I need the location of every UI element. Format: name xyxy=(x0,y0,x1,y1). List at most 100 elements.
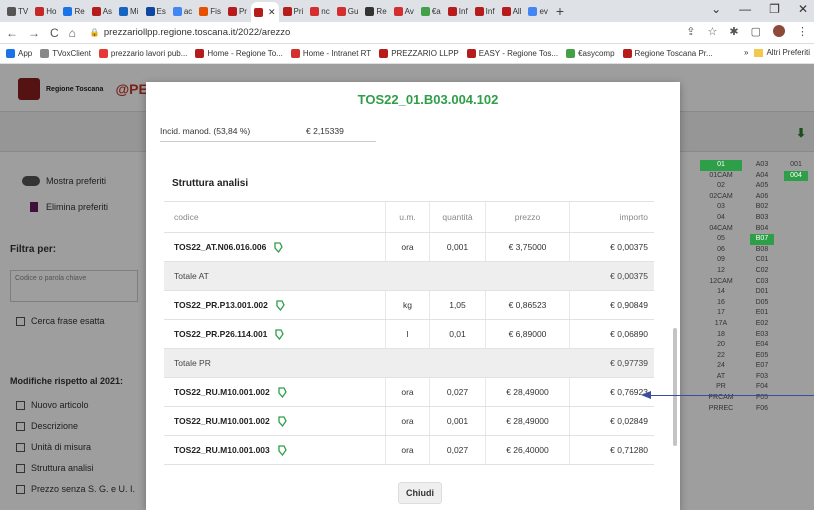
browser-tab[interactable]: Pr xyxy=(225,2,250,20)
category-code[interactable]: 12 xyxy=(700,266,742,277)
browser-tab[interactable]: Inf xyxy=(472,2,498,20)
category-code[interactable]: D01 xyxy=(750,287,774,298)
category-code[interactable]: 01 xyxy=(700,160,742,171)
category-code[interactable]: E05 xyxy=(750,351,774,362)
tag-icon[interactable] xyxy=(278,386,287,398)
category-code[interactable]: F03 xyxy=(750,372,774,383)
browser-tab[interactable]: All xyxy=(499,2,525,20)
tag-icon[interactable] xyxy=(278,415,287,427)
category-code[interactable]: A06 xyxy=(750,192,774,203)
browser-tab[interactable]: Fis xyxy=(196,2,224,20)
browser-tab[interactable]: ev xyxy=(525,2,550,20)
category-code[interactable]: 24 xyxy=(700,361,742,372)
bookmark-star-icon[interactable]: ☆ xyxy=(708,25,718,38)
item-code-link[interactable]: TOS22_PR.P26.114.001 xyxy=(174,329,267,339)
tag-icon[interactable] xyxy=(278,444,287,456)
item-code-link[interactable]: TOS22_RU.M10.001.003 xyxy=(174,445,270,455)
category-code[interactable]: 17 xyxy=(700,308,742,319)
category-code[interactable]: C01 xyxy=(750,255,774,266)
category-code[interactable]: 20 xyxy=(700,340,742,351)
category-code[interactable]: 09 xyxy=(700,255,742,266)
tab-search-icon[interactable]: ⌄ xyxy=(711,2,721,16)
category-code[interactable]: PRREC xyxy=(700,404,742,415)
category-code[interactable]: 12CAM xyxy=(700,277,742,288)
browser-tab[interactable]: Av xyxy=(391,2,417,20)
category-code[interactable]: PR xyxy=(700,382,742,393)
category-code[interactable]: 18 xyxy=(700,330,742,341)
category-code[interactable]: B02 xyxy=(750,202,774,213)
category-code[interactable]: A03 xyxy=(750,160,774,171)
other-bookmarks-folder[interactable]: Altri Preferiti xyxy=(754,48,810,57)
tag-icon[interactable] xyxy=(274,241,284,253)
profile-avatar[interactable] xyxy=(773,25,785,37)
close-button[interactable]: Chiudi xyxy=(398,482,442,504)
bookmark-item[interactable]: EASY - Regione Tos... xyxy=(466,49,558,58)
category-code[interactable]: 05 xyxy=(700,234,742,245)
category-code[interactable]: 06 xyxy=(700,245,742,256)
category-code[interactable]: 22 xyxy=(700,351,742,362)
browser-tab[interactable]: Pri xyxy=(280,2,307,20)
category-code[interactable]: E07 xyxy=(750,361,774,372)
category-code[interactable]: D05 xyxy=(750,298,774,309)
category-code[interactable]: 03 xyxy=(700,202,742,213)
sidepanel-icon[interactable]: ▢ xyxy=(751,25,761,38)
browser-tab[interactable]: Mi xyxy=(116,2,141,20)
category-code[interactable]: 001 xyxy=(784,160,808,171)
browser-tab[interactable]: ✕ xyxy=(250,2,279,22)
category-code[interactable]: A04 xyxy=(750,171,774,182)
category-code[interactable]: A05 xyxy=(750,181,774,192)
share-icon[interactable]: ⇪ xyxy=(686,25,695,38)
item-code-link[interactable]: TOS22_AT.N06.016.006 xyxy=(174,242,266,252)
item-code-link[interactable]: TOS22_RU.M10.001.002 xyxy=(174,416,270,426)
category-code[interactable]: B04 xyxy=(750,224,774,235)
close-window-icon[interactable]: ✕ xyxy=(798,2,808,16)
category-code[interactable]: F04 xyxy=(750,382,774,393)
reload-icon[interactable]: C xyxy=(50,26,59,40)
bookmark-item[interactable]: €asycomp xyxy=(566,49,615,58)
category-code[interactable]: C03 xyxy=(750,277,774,288)
category-code[interactable]: 04 xyxy=(700,213,742,224)
item-code-link[interactable]: TOS22_RU.M10.001.002 xyxy=(174,387,270,397)
category-code[interactable]: 01CAM xyxy=(700,171,742,182)
browser-tab[interactable]: As xyxy=(89,2,115,20)
tag-icon[interactable] xyxy=(275,328,285,340)
category-code[interactable]: E04 xyxy=(750,340,774,351)
new-tab-button[interactable]: + xyxy=(556,3,564,19)
category-code[interactable]: AT xyxy=(700,372,742,383)
bookmark-item[interactable]: Regione Toscana Pr... xyxy=(622,49,713,58)
category-code[interactable]: 02 xyxy=(700,181,742,192)
bookmark-item[interactable]: Home - Intranet RT xyxy=(290,49,371,58)
browser-tab[interactable]: Re xyxy=(362,2,389,20)
category-code[interactable]: B03 xyxy=(750,213,774,224)
category-code[interactable]: 17A xyxy=(700,319,742,330)
close-tab-icon[interactable]: ✕ xyxy=(268,7,276,18)
back-icon[interactable]: ← xyxy=(6,26,18,40)
category-code[interactable]: B07 xyxy=(750,234,774,245)
extensions-icon[interactable]: ✱ xyxy=(729,25,738,38)
category-code[interactable]: 16 xyxy=(700,298,742,309)
bookmark-item[interactable]: PREZZARIO LLPP xyxy=(379,49,459,58)
category-code[interactable]: C02 xyxy=(750,266,774,277)
browser-tab[interactable]: Ho xyxy=(32,2,59,20)
browser-tab[interactable]: TV xyxy=(4,2,31,20)
browser-tab[interactable]: Inf xyxy=(445,2,471,20)
bookmarks-more[interactable]: » xyxy=(744,48,748,57)
maximize-icon[interactable]: ❐ xyxy=(769,2,780,16)
browser-tab[interactable]: Gu xyxy=(334,2,362,20)
category-code[interactable]: 04CAM xyxy=(700,224,742,235)
minimize-icon[interactable]: — xyxy=(739,2,751,16)
url-field[interactable]: 🔒 prezzariollpp.regione.toscana.it/2022/a… xyxy=(90,27,290,38)
category-code[interactable]: 14 xyxy=(700,287,742,298)
tag-icon[interactable] xyxy=(276,299,285,311)
category-code[interactable]: B08 xyxy=(750,245,774,256)
browser-tab[interactable]: ac xyxy=(170,2,195,20)
browser-tab[interactable]: Es xyxy=(143,2,169,20)
bookmark-item[interactable]: prezzario lavori pub... xyxy=(98,49,187,58)
bookmark-item[interactable]: Home - Regione To... xyxy=(195,49,283,58)
category-code[interactable]: E02 xyxy=(750,319,774,330)
modal-scrollbar[interactable] xyxy=(673,328,677,446)
category-code[interactable]: E01 xyxy=(750,308,774,319)
bookmark-item[interactable]: TVoxClient xyxy=(40,49,91,58)
browser-tab[interactable]: Re xyxy=(60,2,87,20)
home-icon[interactable]: ⌂ xyxy=(69,26,76,40)
